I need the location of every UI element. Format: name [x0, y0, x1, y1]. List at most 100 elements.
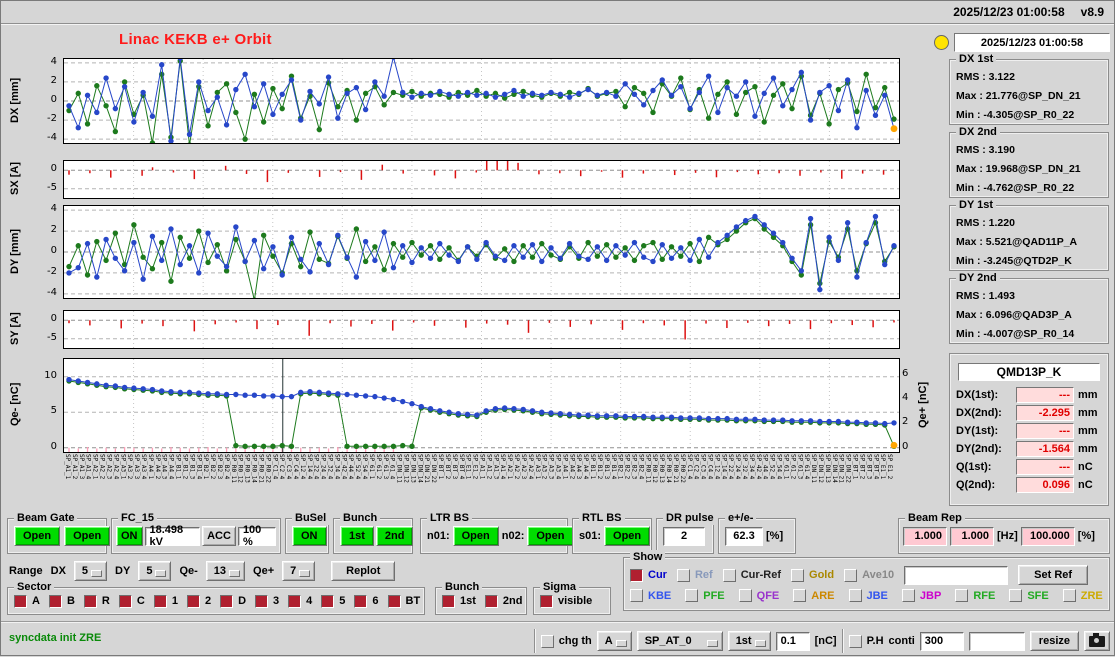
chg-th-checkbox[interactable]: chg th: [540, 634, 592, 648]
show-sfe-checkbox[interactable]: SFE: [1009, 589, 1049, 602]
show-jbe-checkbox[interactable]: JBE: [848, 589, 888, 602]
sector-checkbox-3[interactable]: 3: [255, 594, 279, 608]
camera-button[interactable]: [1084, 631, 1110, 651]
show-jbe-checkbox-box[interactable]: [848, 589, 862, 602]
sector-checkbox-a-box[interactable]: [14, 594, 27, 608]
sector-checkbox-5-box[interactable]: [321, 594, 335, 608]
show-cur-checkbox-label: Cur: [648, 569, 667, 581]
resize-button[interactable]: resize: [1029, 631, 1079, 651]
beam-gate-open-1-button[interactable]: Open: [14, 526, 61, 546]
sector-checkbox-1-box[interactable]: [153, 594, 167, 608]
set-ref-entry[interactable]: [904, 565, 1009, 585]
show-zre-checkbox[interactable]: ZRE: [1062, 589, 1103, 602]
show-are-checkbox-label: ARE: [811, 589, 835, 602]
dr-pulse-value[interactable]: 2: [663, 526, 705, 546]
sigma-visible-checkbox[interactable]: visible: [540, 594, 592, 608]
bunch-1st-button[interactable]: 1st: [340, 526, 374, 546]
show-cur-checkbox-box[interactable]: [630, 568, 643, 582]
set-ref-button[interactable]: Set Ref: [1018, 565, 1089, 585]
show-ave10-checkbox-box[interactable]: [844, 568, 858, 582]
show-gold-checkbox[interactable]: Gold: [791, 568, 834, 582]
show-sfe-checkbox-box[interactable]: [1009, 589, 1023, 602]
sector-checkbox-2-box[interactable]: [186, 594, 200, 608]
sector-checkbox-d[interactable]: D: [220, 594, 246, 608]
bunch-checkbox-2nd-box[interactable]: [484, 594, 498, 608]
replot-button[interactable]: Replot: [331, 561, 396, 581]
ltr-n01-open-button[interactable]: Open: [452, 526, 499, 546]
sector-checkbox-4-box[interactable]: [288, 594, 302, 608]
beam-gate-open-2-button[interactable]: Open: [64, 526, 111, 546]
show-cur-checkbox[interactable]: Cur: [630, 568, 667, 582]
rtl-s01-open-button[interactable]: Open: [604, 526, 651, 546]
stat-row-text: RMS : 3.190: [956, 144, 1015, 156]
threshold-entry[interactable]: [775, 631, 810, 651]
busel-on-button[interactable]: ON: [292, 526, 327, 546]
sector-checkbox-2[interactable]: 2: [186, 594, 211, 608]
ph-checkbox[interactable]: P.H: [848, 634, 884, 648]
interval-entry[interactable]: [919, 631, 964, 651]
bunch-checkbox-1st-box[interactable]: [442, 594, 455, 608]
show-ref-checkbox[interactable]: Ref: [676, 568, 713, 582]
range-dy-dropdown[interactable]: 5: [138, 561, 172, 581]
sector-checkbox-bt-box[interactable]: [387, 594, 401, 608]
range-qe-dropdown[interactable]: 7: [282, 561, 316, 581]
show-qfe-checkbox[interactable]: QFE: [738, 589, 779, 602]
show-rfe-checkbox[interactable]: RFE: [955, 589, 995, 602]
show-kbe-checkbox-box[interactable]: [630, 589, 643, 602]
show-gold-checkbox-box[interactable]: [791, 568, 805, 582]
show-qfe-checkbox-box[interactable]: [738, 589, 752, 602]
sigma-visible-checkbox-box[interactable]: [540, 594, 553, 608]
show-kbe-checkbox[interactable]: KBE: [630, 589, 671, 602]
extra-entry[interactable]: [968, 631, 1025, 651]
show-jbp-checkbox[interactable]: JBP: [901, 589, 941, 602]
bunch-2nd-button[interactable]: 2nd: [375, 526, 414, 546]
fc15-on-button[interactable]: ON: [116, 526, 143, 546]
show-pfe-checkbox-box[interactable]: [685, 589, 699, 602]
sector-checkbox-6-box[interactable]: [354, 594, 368, 608]
range-dx-dropdown[interactable]: 5: [73, 561, 108, 581]
show-ref-checkbox-box[interactable]: [676, 568, 690, 582]
show-are-checkbox[interactable]: ARE: [793, 589, 835, 602]
show-cur-ref-checkbox-box[interactable]: [722, 568, 736, 582]
bunch-checkbox-2nd[interactable]: 2nd: [484, 594, 522, 608]
show-zre-checkbox-box[interactable]: [1062, 589, 1076, 602]
sector-checkbox-1-label: 1: [171, 595, 178, 607]
show-cur-ref-checkbox[interactable]: Cur-Ref: [722, 568, 782, 582]
show-rfe-checkbox-box[interactable]: [955, 589, 969, 602]
bunch-checkbox-1st-label: 1st: [460, 595, 476, 607]
ltr-n02-open-button[interactable]: Open: [527, 526, 574, 546]
sector-checkbox-c[interactable]: C: [118, 594, 145, 608]
show-jbp-checkbox-box[interactable]: [901, 589, 915, 602]
bunch-checkbox-1st[interactable]: 1st: [442, 594, 476, 608]
show-cur-ref-checkbox-label: Cur-Ref: [740, 569, 782, 581]
ph-checkbox-box[interactable]: [848, 634, 862, 648]
sector-checkbox-a[interactable]: A: [14, 594, 40, 608]
stat-row-text: RMS : 1.220: [956, 217, 1015, 229]
show-ave10-checkbox[interactable]: Ave10: [844, 568, 894, 582]
sector-checkbox-b[interactable]: B: [48, 594, 75, 608]
show-are-checkbox-box[interactable]: [793, 589, 807, 602]
range-qe-dropdown[interactable]: 13: [205, 561, 246, 581]
bunch-order-dropdown[interactable]: 1st: [727, 631, 771, 651]
fc15-acc-button[interactable]: ACC: [202, 526, 236, 546]
sector-checkbox-5-label: 5: [339, 595, 346, 607]
sector-checkbox-c-box[interactable]: [118, 594, 132, 608]
sector-checkbox-6[interactable]: 6: [354, 594, 379, 608]
monitor-row-label: Q(1st):: [956, 461, 992, 473]
sector-checkbox-bt[interactable]: BT: [387, 594, 420, 608]
sector-checkbox-r-box[interactable]: [83, 594, 97, 608]
sector-checkbox-d-box[interactable]: [220, 594, 234, 608]
sector-checkbox-5[interactable]: 5: [321, 594, 346, 608]
sector-checkbox-r[interactable]: R: [83, 594, 110, 608]
ratio-value[interactable]: 62.3: [725, 526, 763, 546]
chg-th-checkbox-box[interactable]: [540, 634, 554, 648]
sector-checkbox-1[interactable]: 1: [153, 594, 178, 608]
dropdown-indicator-icon: [155, 570, 167, 577]
sector-checkbox-b-box[interactable]: [48, 594, 62, 608]
sector-checkbox-4[interactable]: 4: [288, 594, 312, 608]
sp-at-dropdown[interactable]: SP_AT_0: [636, 631, 723, 651]
bunch-a-dropdown[interactable]: A: [596, 631, 632, 651]
monitor-title: QMD13P_K: [958, 363, 1100, 381]
sector-checkbox-3-box[interactable]: [255, 594, 269, 608]
show-pfe-checkbox[interactable]: PFE: [685, 589, 725, 602]
